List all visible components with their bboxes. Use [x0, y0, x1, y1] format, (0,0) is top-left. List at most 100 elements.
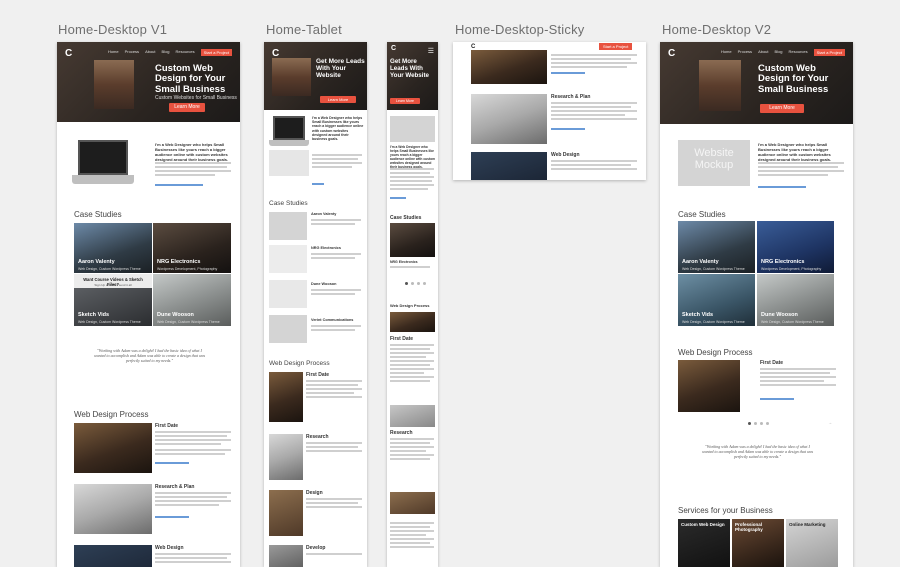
tablet-laptop-image: [269, 116, 309, 146]
v2-nav-resources[interactable]: Resources: [789, 49, 808, 56]
artboard-desktop-v2[interactable]: C Home Process About Blog Resources Star…: [660, 42, 853, 567]
tablet-case-dune-image[interactable]: [269, 280, 307, 308]
service-card-custom-web-design[interactable]: Custom Web Design: [678, 519, 730, 567]
v2-nav-cta[interactable]: Start a Project: [813, 49, 845, 56]
hero-subtitle: Custom Websites for Small Business: [155, 95, 237, 101]
tablet-intro-image: [269, 150, 309, 176]
v2-hero: C Home Process About Blog Resources Star…: [660, 42, 853, 124]
sticky-research-link[interactable]: [551, 128, 585, 130]
v2-case-sketch-vids[interactable]: Sketch Vids Web Design, Custom Wordpress…: [678, 274, 755, 326]
sticky-process-image-web-design: [471, 152, 547, 180]
tablet-case-verint-image[interactable]: [269, 315, 307, 343]
sticky-process-image-research: [471, 94, 547, 144]
v2-nav-blog[interactable]: Blog: [775, 49, 783, 56]
laptop-image: [72, 140, 134, 184]
v2-nav-home[interactable]: Home: [721, 49, 732, 56]
service-card-online-marketing[interactable]: Online Marketing: [786, 519, 838, 567]
intro-link[interactable]: [155, 184, 203, 186]
process-image-web-design: [74, 545, 152, 567]
v2-process-heading: Web Design Process: [678, 348, 753, 357]
mobile-intro-image: [390, 116, 435, 142]
v2-process-image-first-date: [678, 360, 740, 412]
tablet-case-nrg-image[interactable]: [269, 245, 307, 273]
tablet-step-first-date: First Date: [306, 372, 330, 378]
tablet-process-image-develop: [269, 545, 303, 567]
mobile-case-nrg-title[interactable]: NRG Electronics: [390, 260, 418, 264]
first-date-link[interactable]: [155, 462, 189, 464]
process-step-first-date: First Date: [155, 423, 179, 429]
tablet-intro-text: I'm a Web Designer who helps Small Busin…: [312, 116, 364, 141]
mobile-logo[interactable]: C: [391, 45, 396, 52]
v2-process-carousel-dots[interactable]: [748, 422, 769, 425]
nav-item-resources[interactable]: Resources: [176, 49, 195, 56]
v2-nav-about[interactable]: About: [758, 49, 768, 56]
sticky-first-date-link[interactable]: [551, 72, 585, 74]
mobile-intro-link[interactable]: [390, 197, 406, 199]
nav-cta-button[interactable]: Start a Project: [200, 49, 232, 56]
artboard-label-desktop-sticky: Home-Desktop-Sticky: [455, 22, 585, 37]
case-study-dune-wooson[interactable]: Dune Wooson Web Design, Custom Wordpress…: [153, 274, 231, 326]
sticky-cta-button[interactable]: Start a Project: [599, 43, 633, 50]
website-mockup-text: Website Mockup: [694, 147, 734, 171]
v2-case-aaron-valenty[interactable]: Aaron Valenty Web Design, Custom Wordpre…: [678, 221, 755, 273]
tablet-logo[interactable]: C: [272, 48, 279, 59]
mobile-process-image-first-date: [390, 312, 435, 332]
tablet-case-nrg-title[interactable]: NRG Electronics: [311, 246, 341, 250]
tablet-step-develop: Develop: [306, 545, 326, 551]
mobile-carousel-dots[interactable]: [405, 282, 426, 285]
nav-item-about[interactable]: About: [145, 49, 155, 56]
process-step-research-plan: Research & Plan: [155, 484, 195, 490]
nav-item-home[interactable]: Home: [108, 49, 119, 56]
case-study-nrg-electronics[interactable]: NRG Electronics Wordpress Development, P…: [153, 223, 231, 273]
tablet-hero-title: Get More Leads With Your Website: [316, 58, 365, 80]
nav-item-process[interactable]: Process: [125, 49, 139, 56]
mobile-hero-button[interactable]: Learn More: [390, 98, 420, 104]
tablet-process-heading: Web Design Process: [269, 360, 330, 367]
tablet-hero: C Get More Leads With Your Website Learn…: [264, 42, 367, 110]
mobile-process-image-design: [390, 492, 435, 514]
hero-title: Custom Web Design for Your Small Busines…: [155, 63, 226, 95]
artboard-mobile[interactable]: C ☰ Get More Leads With Your Website Lea…: [387, 42, 438, 567]
v2-step-first-date: First Date: [760, 360, 784, 366]
tablet-hero-button[interactable]: Learn More: [320, 96, 356, 103]
logo[interactable]: C: [65, 48, 72, 59]
case-study-aaron-valenty[interactable]: Aaron Valenty Web Design, Custom Wordpre…: [74, 223, 152, 273]
tablet-case-dune-title[interactable]: Dune Wooson: [311, 282, 336, 286]
artboard-label-desktop-v1: Home-Desktop V1: [58, 22, 168, 37]
process-step-web-design: Web Design: [155, 545, 184, 551]
v2-intro-link[interactable]: [758, 186, 806, 188]
tablet-case-verint-title[interactable]: Verint Communications: [311, 318, 353, 322]
sticky-step-web-design: Web Design: [551, 152, 580, 158]
artboard-desktop-sticky[interactable]: C Start a Project Research & Plan Web De…: [453, 42, 646, 180]
services-heading: Services for your Business: [678, 506, 773, 515]
hamburger-menu-icon[interactable]: ☰: [428, 47, 434, 55]
hero-learn-more-button[interactable]: Learn More: [169, 103, 205, 112]
v2-intro-text: I'm a Web Designer who helps Small Busin…: [758, 142, 832, 162]
v2-logo[interactable]: C: [668, 48, 675, 59]
v2-nav-process[interactable]: Process: [738, 49, 752, 56]
tablet-case-studies-heading: Case Studies: [269, 200, 308, 207]
nav-item-blog[interactable]: Blog: [162, 49, 170, 56]
artboard-label-tablet: Home-Tablet: [266, 22, 342, 37]
tablet-step-design: Design: [306, 490, 323, 496]
process-image-research: [74, 484, 152, 534]
tablet-intro-link[interactable]: [312, 183, 324, 185]
artboard-tablet[interactable]: C Get More Leads With Your Website Learn…: [264, 42, 367, 567]
artboard-desktop-v1[interactable]: C Home Process About Blog Resources Star…: [57, 42, 240, 567]
tablet-case-aaron-image[interactable]: [269, 212, 307, 240]
mobile-process-heading: Web Design Process: [390, 303, 430, 308]
v2-hero-button[interactable]: Learn More: [760, 104, 804, 113]
tablet-case-aaron-title[interactable]: Aaron Valenty: [311, 212, 336, 216]
mobile-case-nrg-image[interactable]: [390, 223, 435, 257]
intro-text: I'm a Web Designer who helps Small Busin…: [155, 142, 229, 162]
case-study-sketch-vids[interactable]: Want Course Videos & Sketch Files? Sign …: [74, 274, 152, 326]
v2-case-dune-wooson[interactable]: Dune Wooson Web Design, Custom Wordpress…: [757, 274, 834, 326]
research-plan-link[interactable]: [155, 516, 189, 518]
sticky-process-image-first-date: [471, 50, 547, 84]
hero-section: C Home Process About Blog Resources Star…: [57, 42, 240, 122]
v2-first-date-link[interactable]: [760, 398, 794, 400]
v2-case-nrg-electronics[interactable]: NRG Electronics Wordpress Development, P…: [757, 221, 834, 273]
main-nav: Home Process About Blog Resources Start …: [108, 49, 232, 56]
v2-next-arrow-icon[interactable]: →: [828, 420, 832, 425]
service-card-photography[interactable]: Professional Photography: [732, 519, 784, 567]
